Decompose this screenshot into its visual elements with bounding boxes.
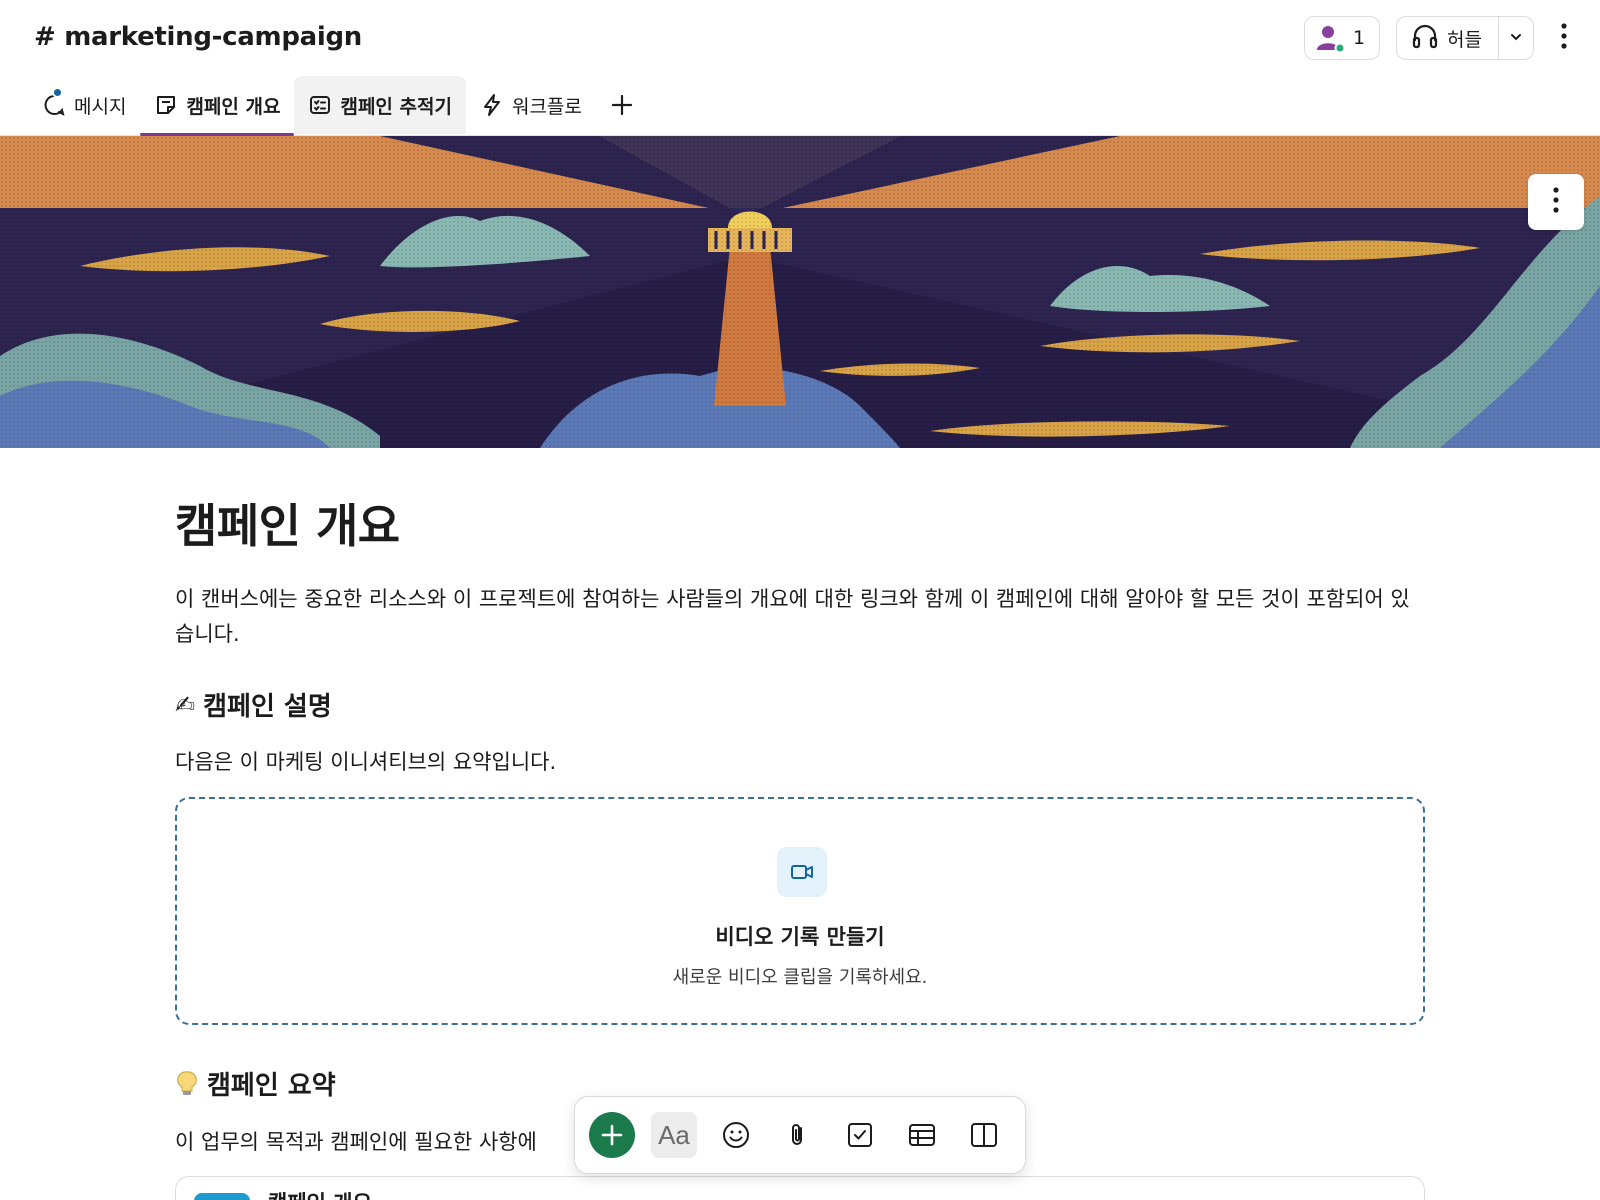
video-record-placeholder[interactable]: 비디오 기록 만들기 새로운 비디오 클립을 기록하세요.	[175, 797, 1425, 1025]
header-actions: 1 허들	[1303, 16, 1578, 60]
channel-more-button[interactable]	[1550, 16, 1578, 60]
chevron-down-icon	[1509, 29, 1523, 48]
channel-header: # marketing-campaign 1 허들 메시지 캠페인 개요 캠페인…	[0, 0, 1600, 136]
columns-button[interactable]	[961, 1112, 1007, 1158]
section-heading-text: 캠페인 설명	[203, 692, 332, 722]
tab-label: 캠페인 개요	[186, 95, 281, 118]
canvas-icon	[154, 93, 178, 117]
huddle-label: 허들	[1447, 28, 1482, 51]
tab-label: 캠페인 추적기	[340, 95, 452, 118]
list-icon	[308, 93, 332, 117]
columns-icon	[969, 1120, 999, 1150]
lightbulb-icon	[175, 1070, 199, 1098]
huddle-control: 허들	[1396, 16, 1534, 60]
summary-text[interactable]: 이 업무의 목적과 캠페인에 필요한 사항에	[175, 1126, 585, 1156]
section-heading-description[interactable]: ✍ 캠페인 설명	[175, 686, 332, 723]
text-format-button[interactable]: Aa	[651, 1112, 697, 1158]
paperclip-icon	[783, 1120, 813, 1150]
more-vertical-icon	[1552, 186, 1560, 218]
insert-button[interactable]	[589, 1112, 635, 1158]
more-vertical-icon	[1560, 22, 1568, 54]
huddle-button[interactable]: 허들	[1397, 17, 1499, 59]
section-heading-summary[interactable]: 캠페인 요약	[175, 1065, 336, 1102]
card-icon	[194, 1193, 250, 1200]
canvas-title[interactable]: 캠페인 개요	[175, 490, 1425, 556]
unread-badge	[52, 87, 63, 98]
description-text[interactable]: 다음은 이 마케팅 이니셔티브의 요약입니다.	[175, 746, 556, 776]
canvas-insert-toolbar: Aa	[574, 1096, 1026, 1174]
section-heading-text: 캠페인 요약	[207, 1071, 336, 1101]
writing-hand-emoji: ✍	[175, 690, 196, 719]
table-button[interactable]	[899, 1112, 945, 1158]
banner-more-button[interactable]	[1528, 174, 1584, 230]
tab-campaign-tracker[interactable]: 캠페인 추적기	[294, 76, 466, 134]
lighthouse-illustration	[0, 136, 1600, 448]
headphones-icon	[1411, 22, 1439, 54]
canvas-intro[interactable]: 이 캔버스에는 중요한 리소스와 이 프로젝트에 참여하는 사람들의 개요에 대…	[175, 582, 1415, 652]
checkbox-icon	[845, 1120, 875, 1150]
plus-icon	[599, 1122, 625, 1148]
member-count: 1	[1352, 27, 1366, 49]
card-title: 캠페인 개요	[268, 1187, 372, 1200]
tab-label: 메시지	[74, 95, 127, 118]
video-record-subtitle: 새로운 비디오 클립을 기록하세요.	[672, 967, 928, 988]
checklist-button[interactable]	[837, 1112, 883, 1158]
plus-icon	[610, 93, 634, 117]
smiley-icon	[721, 1120, 751, 1150]
embedded-canvas-card[interactable]: 캠페인 개요	[175, 1176, 1425, 1200]
tab-label: 워크플로	[511, 95, 582, 118]
video-camera-icon	[777, 847, 827, 897]
member-avatar-icon	[1315, 23, 1346, 54]
channel-title[interactable]: # marketing-campaign	[34, 22, 362, 52]
video-record-title: 비디오 기록 만들기	[715, 925, 885, 949]
tab-messages[interactable]: 메시지	[28, 76, 140, 134]
canvas-banner-image	[0, 136, 1600, 448]
emoji-button[interactable]	[713, 1112, 759, 1158]
add-tab-button[interactable]	[596, 76, 648, 134]
lightning-icon	[480, 93, 504, 117]
tab-workflows[interactable]: 워크플로	[466, 76, 596, 134]
huddle-options-button[interactable]	[1499, 17, 1533, 59]
tab-campaign-overview[interactable]: 캠페인 개요	[140, 76, 295, 136]
channel-tabs: 메시지 캠페인 개요 캠페인 추적기 워크플로	[28, 76, 648, 136]
table-icon	[907, 1120, 937, 1150]
attach-button[interactable]	[775, 1112, 821, 1158]
canvas-document: 캠페인 개요 이 캔버스에는 중요한 리소스와 이 프로젝트에 참여하는 사람들…	[175, 490, 1425, 652]
members-button[interactable]: 1	[1303, 16, 1381, 60]
